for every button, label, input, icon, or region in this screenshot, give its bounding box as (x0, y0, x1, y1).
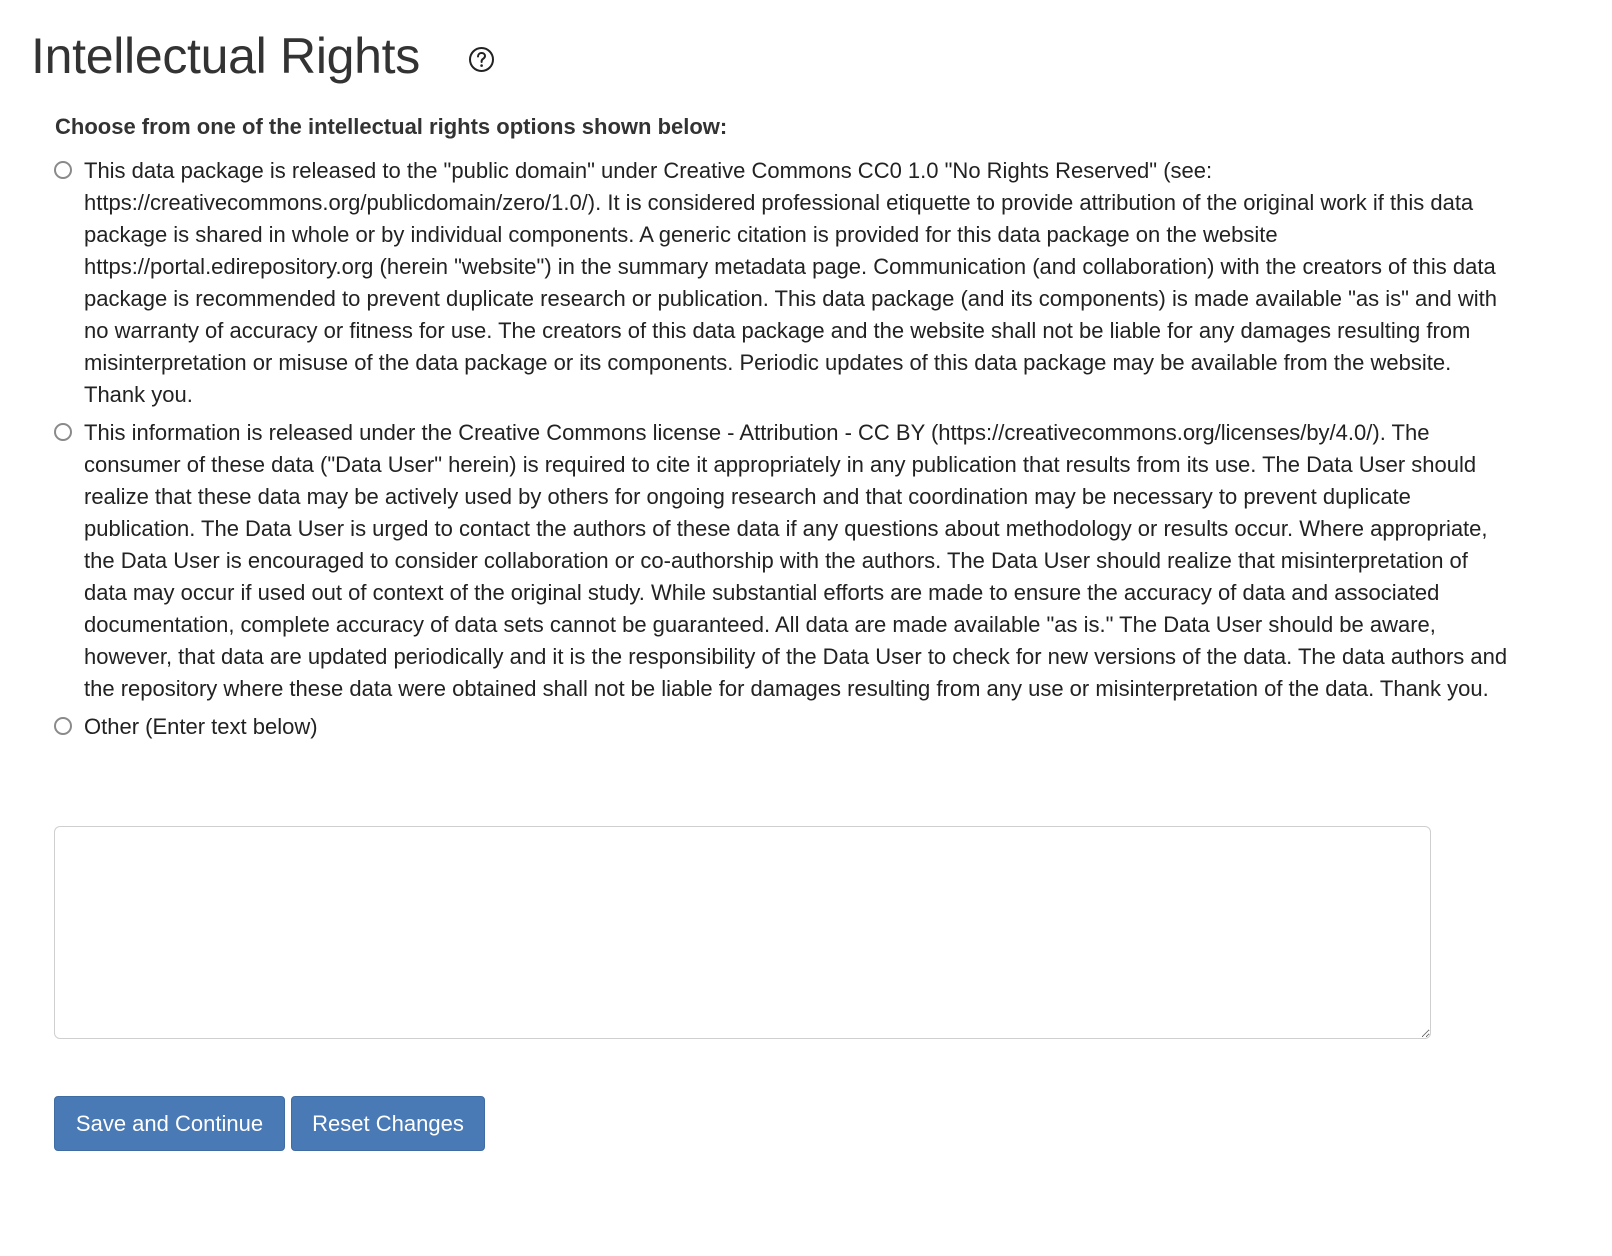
title-row: Intellectual Rights (31, 26, 495, 86)
option-cc-by-label[interactable]: This information is released under the C… (84, 417, 1514, 705)
option-other[interactable]: Other (Enter text below) (54, 711, 1514, 743)
option-cc0[interactable]: This data package is released to the "pu… (54, 155, 1514, 411)
page-title: Intellectual Rights (31, 28, 420, 84)
help-circle-icon[interactable] (468, 46, 495, 73)
reset-changes-button[interactable]: Reset Changes (291, 1096, 485, 1151)
save-and-continue-button[interactable]: Save and Continue (54, 1096, 285, 1151)
rights-options-group: This data package is released to the "pu… (54, 155, 1514, 749)
option-cc-by[interactable]: This information is released under the C… (54, 417, 1514, 705)
intellectual-rights-page: Intellectual Rights Choose from one of t… (0, 0, 1612, 1256)
option-other-label[interactable]: Other (Enter text below) (84, 711, 1514, 743)
radio-cc0[interactable] (54, 161, 72, 179)
radio-other[interactable] (54, 717, 72, 735)
instructions-label: Choose from one of the intellectual righ… (55, 114, 728, 139)
form-actions: Save and Continue Reset Changes (54, 1096, 491, 1151)
help-circle-icon-graphic (468, 46, 494, 72)
option-cc0-label[interactable]: This data package is released to the "pu… (84, 155, 1514, 411)
other-rights-textarea[interactable] (54, 826, 1431, 1039)
radio-cc-by[interactable] (54, 423, 72, 441)
